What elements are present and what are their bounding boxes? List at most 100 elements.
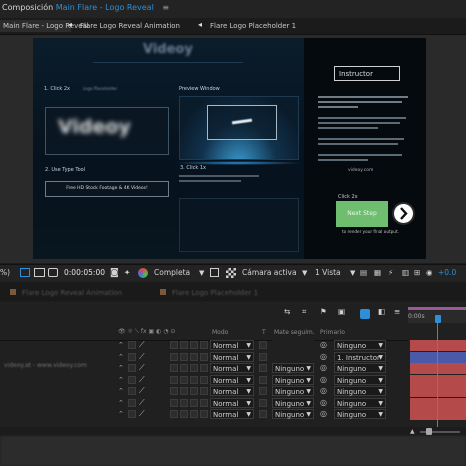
switch-box[interactable] <box>190 410 198 418</box>
switch-box[interactable] <box>170 375 178 384</box>
pick-whip-icon[interactable]: ◎ <box>320 363 327 372</box>
switch-box[interactable] <box>170 387 178 395</box>
zoom-slider-handle[interactable] <box>426 428 432 435</box>
preserve-transparency-box[interactable] <box>259 341 267 349</box>
quality-switch[interactable] <box>128 352 136 361</box>
switch-box[interactable] <box>170 364 178 372</box>
switch-box[interactable] <box>180 341 188 349</box>
track-matte-dropdown[interactable]: Ninguno ▼ <box>272 363 314 373</box>
switch-box[interactable] <box>200 410 208 418</box>
camera-select[interactable]: Cámara activa <box>242 267 297 279</box>
switch-box[interactable] <box>170 410 178 418</box>
mask-icon[interactable] <box>48 268 58 277</box>
switch-box[interactable] <box>200 341 208 349</box>
switch-box[interactable] <box>200 352 208 361</box>
parent-dropdown[interactable]: 1. Instructor ▼ <box>334 351 386 362</box>
mode-dropdown[interactable]: Normal ▼ <box>210 351 254 362</box>
chevron-down-icon[interactable]: ▼ <box>302 267 307 279</box>
quality-switch[interactable] <box>128 364 136 372</box>
switch-box[interactable] <box>180 398 188 407</box>
work-area-bar[interactable] <box>408 307 466 310</box>
layer-row[interactable]: ⌃ ⟋ Normal ▼ Ninguno ▼ ◎ Ninguno ▼ <box>0 409 408 420</box>
pick-whip-icon[interactable]: ◎ <box>320 409 327 418</box>
zoom-value[interactable]: %) <box>0 267 10 279</box>
layer-duration-bar[interactable] <box>410 363 466 374</box>
layer-row[interactable]: ⌃ ⟋ Normal ▼ Ninguno ▼ ◎ Ninguno ▼ <box>0 397 408 409</box>
quality-switch[interactable] <box>128 387 136 395</box>
tab-flare-logo-reveal[interactable]: Flare Logo Reveal Animation <box>80 20 180 32</box>
quality-switch[interactable] <box>128 375 136 384</box>
logo-placeholder-box[interactable]: Videoy <box>45 107 169 155</box>
collapse-icon[interactable]: ⌃ <box>118 387 124 395</box>
parent-dropdown[interactable]: Ninguno ▼ <box>334 374 386 385</box>
track-matte-column-header[interactable]: Mate seguim. <box>274 329 315 336</box>
camera-snapshot-icon[interactable]: ◙ <box>110 267 119 279</box>
collapse-icon[interactable]: ⌃ <box>118 353 124 361</box>
collapse-icon[interactable]: ⌃ <box>118 341 124 349</box>
quality-slash-icon[interactable]: ⟋ <box>139 386 145 396</box>
collapse-icon[interactable]: ⌃ <box>118 410 124 418</box>
pick-whip-icon[interactable]: ◎ <box>320 375 327 384</box>
collapse-icon[interactable]: ⌃ <box>118 364 124 372</box>
safe-zones-icon[interactable] <box>20 268 30 277</box>
switch-box[interactable] <box>190 364 198 372</box>
track-matte-dropdown[interactable]: Ninguno ▼ <box>272 386 314 396</box>
fast-preview-icon[interactable]: ⚡ <box>388 267 393 279</box>
layout-icon[interactable]: ▤ <box>360 267 367 279</box>
pick-whip-icon[interactable]: ◎ <box>320 340 327 349</box>
next-arrow-icon[interactable] <box>394 204 413 223</box>
pick-whip-icon[interactable]: ◎ <box>320 352 327 361</box>
preserve-transparency-box[interactable] <box>259 398 267 407</box>
switch-box[interactable] <box>200 364 208 372</box>
t-column-header[interactable]: T <box>262 329 266 336</box>
track-matte-dropdown[interactable]: Ninguno ▼ <box>272 397 314 408</box>
quality-slash-icon[interactable]: ⟋ <box>139 375 145 385</box>
preserve-transparency-box[interactable] <box>259 352 267 361</box>
instructor-label[interactable]: Instructor <box>334 66 400 81</box>
time-ruler[interactable]: 0:00s <box>408 307 466 323</box>
switch-box[interactable] <box>200 387 208 395</box>
layer-row[interactable]: ⌃ ⟋ Normal ▼ Ninguno ▼ ◎ Ninguno ▼ <box>0 363 408 374</box>
frame-blending-icon[interactable]: ▣ <box>338 306 345 318</box>
layer-duration-bar[interactable] <box>410 374 466 386</box>
layer-duration-bar[interactable] <box>410 351 466 363</box>
preserve-transparency-box[interactable] <box>259 410 267 418</box>
pick-whip-icon[interactable]: ◎ <box>320 398 327 407</box>
zoom-out-icon[interactable]: ▲ <box>410 428 415 435</box>
quality-slash-icon[interactable]: ⟋ <box>139 363 145 373</box>
mode-dropdown[interactable]: Normal ▼ <box>210 397 254 408</box>
switch-box[interactable] <box>170 398 178 407</box>
color-channel-icon[interactable] <box>138 268 148 278</box>
switch-box[interactable] <box>170 341 178 349</box>
comp-mini-flowchart-icon[interactable]: ⇆ <box>284 306 290 318</box>
chevron-down-icon[interactable]: ▼ <box>199 267 204 279</box>
timeline-tab-flare-logo-placeholder[interactable]: Flare Logo Placeholder 1 <box>172 287 258 299</box>
playhead-handle[interactable] <box>435 315 441 323</box>
switch-box[interactable] <box>170 352 178 361</box>
draft-3d-icon[interactable]: ⌗ <box>302 306 306 318</box>
parent-dropdown[interactable]: Ninguno ▼ <box>334 409 386 419</box>
layer-row[interactable]: ⌃ ⟋ Normal ▼ ◎ 1. Instructor ▼ <box>0 351 408 363</box>
track-matte-dropdown[interactable] <box>272 351 314 362</box>
track-matte-dropdown[interactable]: Ninguno ▼ <box>272 374 314 385</box>
pixel-aspect-icon[interactable]: ▦ <box>374 267 381 279</box>
switch-box[interactable] <box>190 387 198 395</box>
region-of-interest-icon[interactable] <box>210 268 219 277</box>
switch-box[interactable] <box>200 375 208 384</box>
layer-row[interactable]: ⌃ ⟋ Normal ▼ Ninguno ▼ ◎ Ninguno ▼ <box>0 386 408 397</box>
switch-box[interactable] <box>180 410 188 418</box>
next-step-button[interactable]: Next Step <box>336 201 388 227</box>
motion-blur-icon[interactable] <box>360 309 370 319</box>
timecode[interactable]: 0:00:05:00 <box>64 267 105 279</box>
grid-icon[interactable] <box>34 268 45 277</box>
mode-dropdown[interactable]: Normal ▼ <box>210 374 254 385</box>
composition-name[interactable]: Main Flare - Logo Reveal <box>56 3 154 12</box>
quality-slash-icon[interactable]: ⟋ <box>139 352 145 362</box>
layer-duration-bar[interactable] <box>410 386 466 397</box>
switch-box[interactable] <box>180 352 188 361</box>
mode-dropdown[interactable]: Normal ▼ <box>210 340 254 350</box>
switch-box[interactable] <box>180 375 188 384</box>
layer-duration-bar[interactable] <box>410 409 466 420</box>
layer-row[interactable]: ⌃ ⟋ Normal ▼ Ninguno ▼ ◎ Ninguno ▼ <box>0 374 408 386</box>
chevron-down-icon[interactable]: ▼ <box>350 267 355 279</box>
